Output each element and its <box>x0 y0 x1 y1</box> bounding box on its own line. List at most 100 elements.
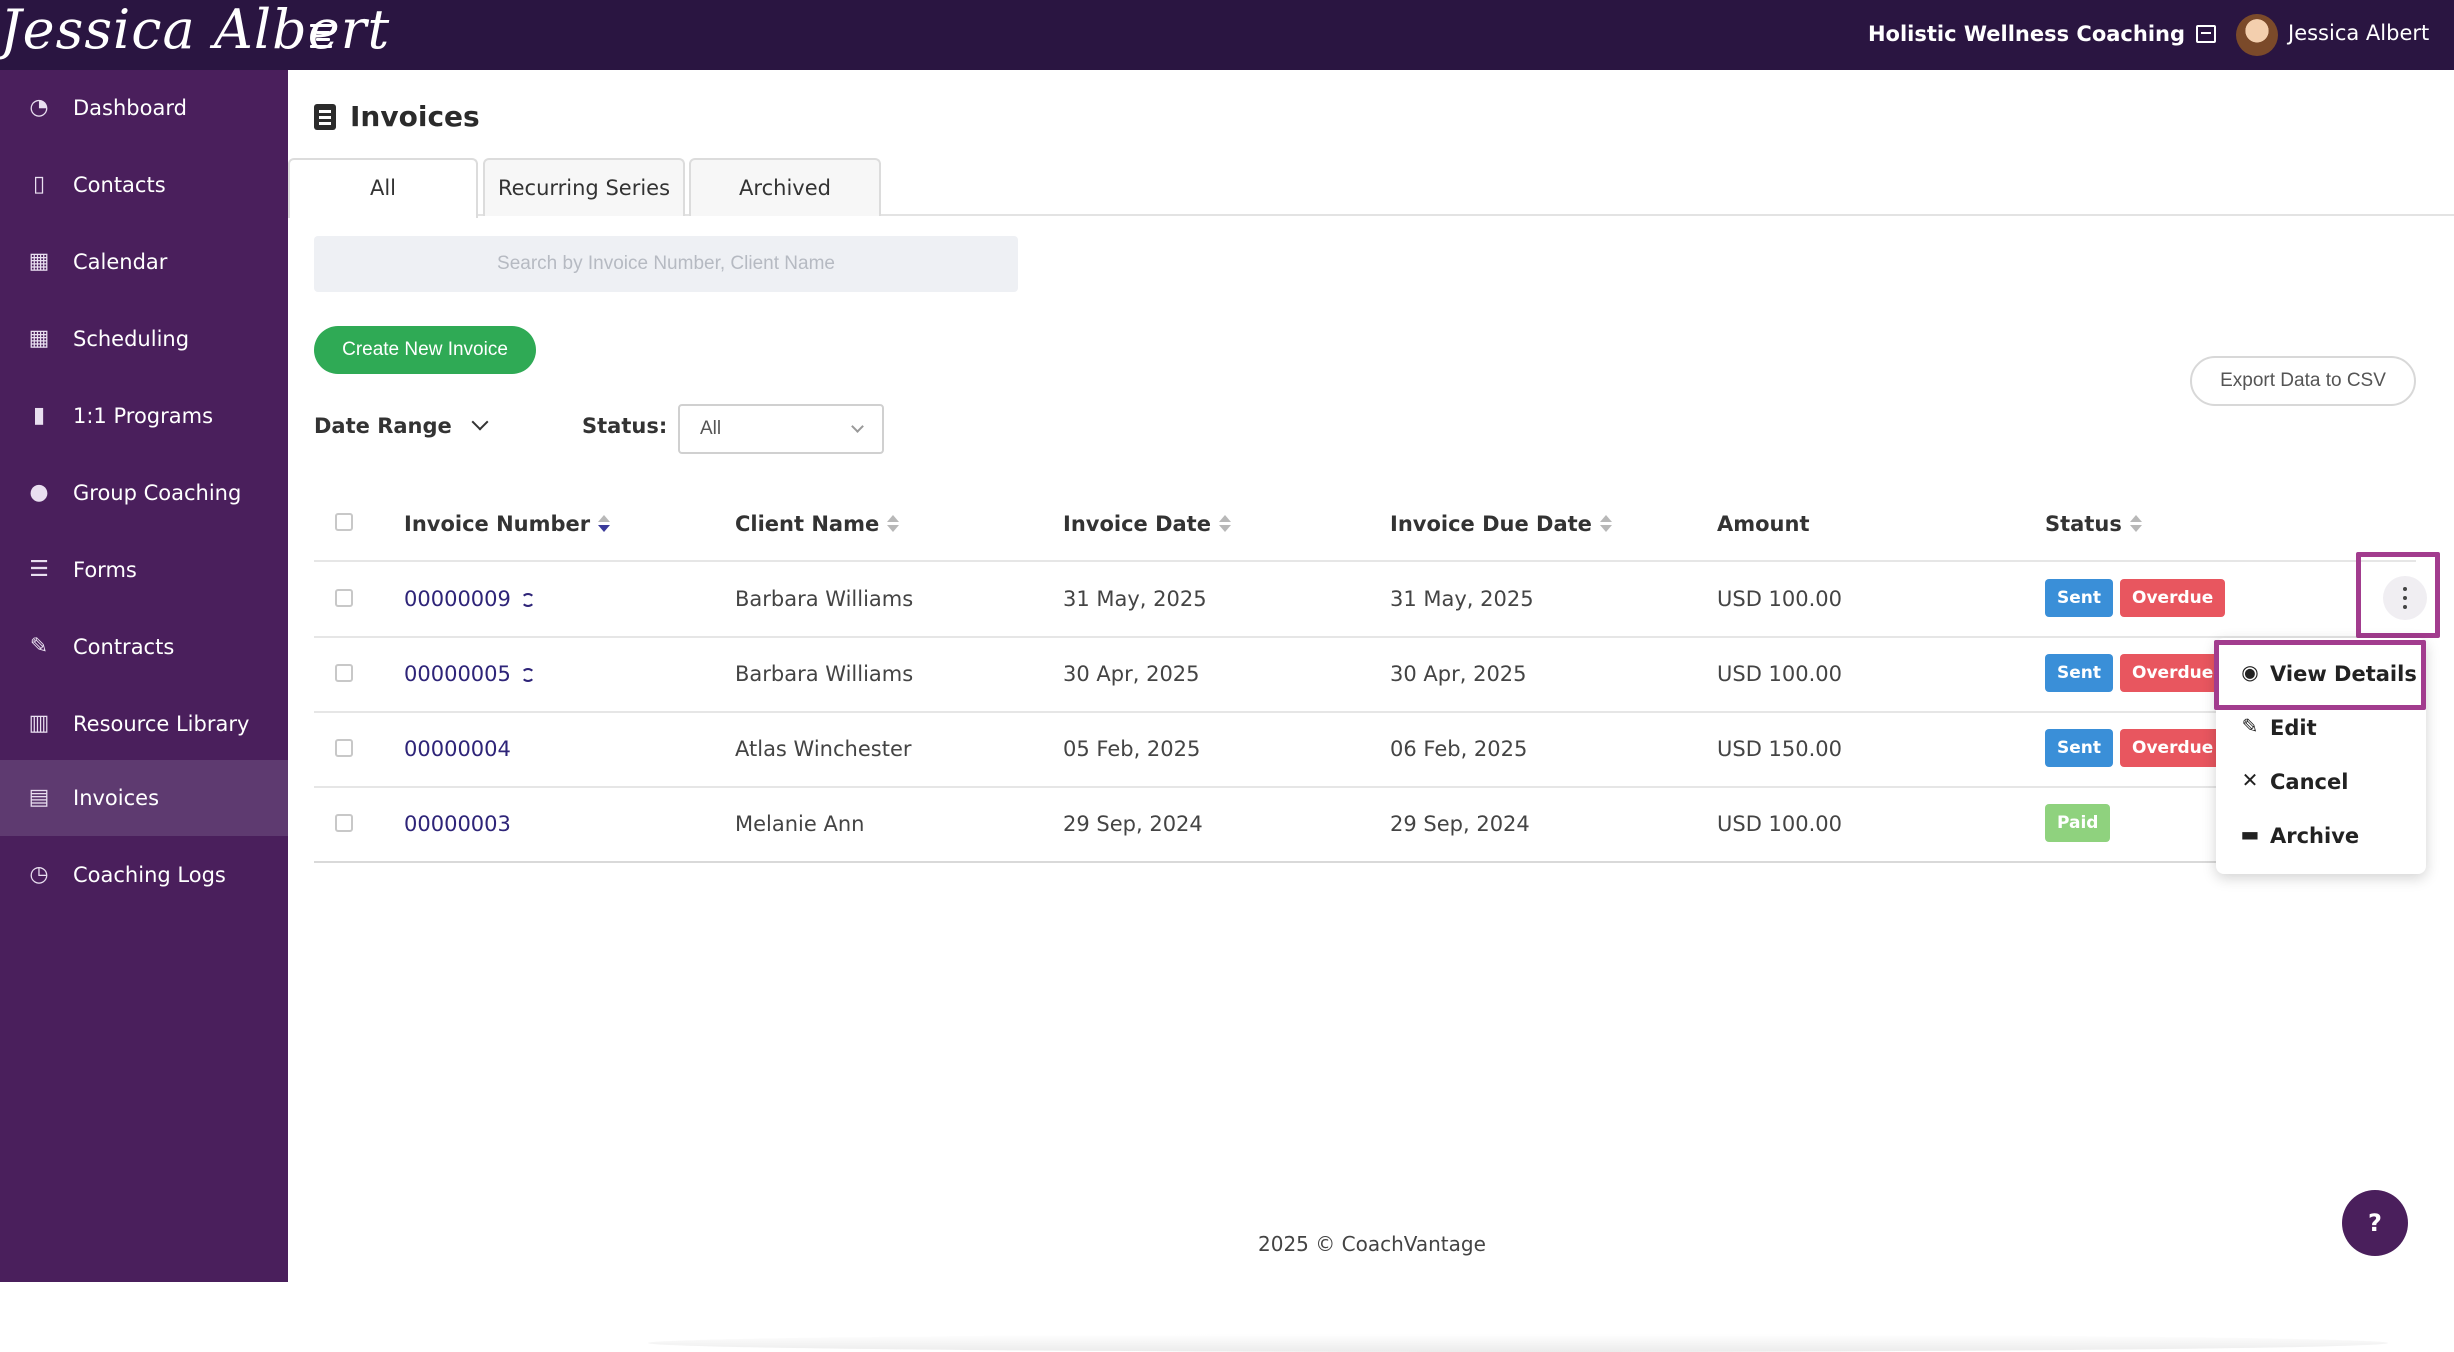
status-badge: Sent <box>2045 729 2114 767</box>
invoice-icon: ▤ <box>28 785 50 810</box>
table-divider <box>314 636 2416 638</box>
column-header-invoice-number[interactable]: Invoice Number <box>404 512 611 536</box>
invoice-number-link[interactable]: 00000004 <box>404 737 511 761</box>
menu-item-archive[interactable]: ▬ Archive <box>2216 808 2426 862</box>
sidebar-item-group-coaching[interactable]: ● Group Coaching <box>0 455 288 531</box>
scheduling-icon: ▦ <box>28 326 50 351</box>
invoice-date: 05 Feb, 2025 <box>1063 737 1201 761</box>
highlight-box <box>2214 640 2426 710</box>
invoice-number[interactable]: 00000004 <box>404 737 511 761</box>
client-name: Melanie Ann <box>735 812 865 836</box>
top-bar: Jessica Albert Holistic Wellness Coachin… <box>0 0 2454 70</box>
invoice-number-link[interactable]: 00000005 <box>404 662 535 686</box>
main-content: Invoices All Recurring Series Archived C… <box>288 70 2454 1352</box>
status-select[interactable]: All <box>678 404 884 454</box>
status-badge: Overdue <box>2120 729 2226 767</box>
invoice-date: 29 Sep, 2024 <box>1063 812 1203 836</box>
menu-item-label: Cancel <box>2270 770 2349 794</box>
header-label: Invoice Date <box>1063 512 1211 536</box>
column-header-client-name[interactable]: Client Name <box>735 512 900 536</box>
users-icon: ● <box>29 480 49 505</box>
sidebar-item-label: Resource Library <box>73 712 250 736</box>
close-icon: ✕ <box>2241 768 2259 792</box>
sidebar-item-calendar[interactable]: ▦ Calendar <box>0 224 288 300</box>
sidebar-item-forms[interactable]: ☰ Forms <box>0 532 288 608</box>
column-header-invoice-date[interactable]: Invoice Date <box>1063 512 1231 536</box>
book-icon: ▮ <box>32 403 46 428</box>
column-header-status[interactable]: Status <box>2045 512 2142 536</box>
tab-archived[interactable]: Archived <box>689 158 881 216</box>
building-icon[interactable] <box>2196 25 2216 43</box>
sidebar-item-label: Scheduling <box>73 327 190 351</box>
create-invoice-button[interactable]: Create New Invoice <box>314 326 536 374</box>
sort-icon <box>1218 515 1231 533</box>
sidebar-item-scheduling[interactable]: ▦ Scheduling <box>0 301 288 377</box>
sidebar-item-label: 1:1 Programs <box>73 404 214 428</box>
status-badge: Sent <box>2045 579 2114 617</box>
amount: USD 100.00 <box>1717 662 1843 686</box>
amount: USD 100.00 <box>1717 587 1843 611</box>
status-badge: Overdue <box>2120 579 2226 617</box>
select-all-checkbox[interactable] <box>335 513 353 531</box>
invoice-icon <box>314 104 336 130</box>
sidebar-item-resource-library[interactable]: ▥ Resource Library <box>0 686 288 762</box>
invoice-number-link[interactable]: 00000003 <box>404 812 511 836</box>
sidebar-item-contracts[interactable]: ✎ Contracts <box>0 609 288 685</box>
date-range-filter[interactable]: Date Range <box>314 413 489 438</box>
status-badge: Sent <box>2045 654 2114 692</box>
sidebar-item-contacts[interactable]: ▯ Contacts <box>0 147 288 223</box>
column-header-due-date[interactable]: Invoice Due Date <box>1390 512 1612 536</box>
user-name[interactable]: Jessica Albert <box>2288 21 2429 45</box>
invoice-number[interactable]: 00000003 <box>404 812 511 836</box>
sidebar-item-programs[interactable]: ▮ 1:1 Programs <box>0 378 288 454</box>
table-divider <box>314 786 2416 788</box>
amount: USD 100.00 <box>1717 812 1843 836</box>
invoice-due-date: 30 Apr, 2025 <box>1390 662 1527 686</box>
menu-item-cancel[interactable]: ✕ Cancel <box>2216 754 2426 808</box>
sort-icon <box>2129 515 2142 533</box>
client-name: Barbara Williams <box>735 587 914 611</box>
column-header-amount: Amount <box>1717 512 1810 536</box>
sidebar-item-dashboard[interactable]: ◔ Dashboard <box>0 70 288 146</box>
list-icon: ☰ <box>29 557 49 582</box>
sidebar-item-label: Coaching Logs <box>73 863 226 887</box>
invoice-due-date: 29 Sep, 2024 <box>1390 812 1530 836</box>
org-name[interactable]: Holistic Wellness Coaching <box>1868 22 2185 46</box>
table-divider <box>314 861 2416 863</box>
sidebar-item-label: Dashboard <box>73 96 187 120</box>
row-checkbox[interactable] <box>335 739 353 757</box>
help-button[interactable]: ? <box>2342 1190 2408 1256</box>
header-label: Client Name <box>735 512 880 536</box>
table-divider <box>314 560 2416 562</box>
row-checkbox[interactable] <box>335 814 353 832</box>
sidebar-item-coaching-logs[interactable]: ◷ Coaching Logs <box>0 837 288 913</box>
calendar-icon: ▦ <box>28 249 50 274</box>
header-label: Status <box>2045 512 2122 536</box>
client-name: Barbara Williams <box>735 662 914 686</box>
row-checkbox[interactable] <box>335 589 353 607</box>
invoice-number[interactable]: 00000005 <box>404 662 511 686</box>
invoice-date: 30 Apr, 2025 <box>1063 662 1200 686</box>
dashboard-icon: ◔ <box>29 95 49 120</box>
tab-all[interactable]: All <box>288 158 478 218</box>
tab-recurring-series[interactable]: Recurring Series <box>483 158 685 216</box>
sidebar-item-invoices[interactable]: ▤ Invoices <box>0 760 288 836</box>
library-icon: ▥ <box>28 711 50 736</box>
search-input[interactable] <box>314 236 1018 292</box>
sidebar-item-label: Contacts <box>73 173 166 197</box>
export-csv-button[interactable]: Export Data to CSV <box>2190 356 2416 406</box>
invoice-number[interactable]: 00000009 <box>404 587 511 611</box>
avatar[interactable] <box>2236 14 2278 56</box>
header-label: Invoice Due Date <box>1390 512 1592 536</box>
date-range-label: Date Range <box>314 414 452 438</box>
menu-toggle-icon[interactable] <box>308 22 336 48</box>
client-name: Atlas Winchester <box>735 737 912 761</box>
row-checkbox[interactable] <box>335 664 353 682</box>
sort-icon <box>598 515 611 533</box>
signature-icon: ✎ <box>29 634 49 659</box>
status-badge: Overdue <box>2120 654 2226 692</box>
archive-icon: ▬ <box>2240 822 2260 846</box>
chevron-down-icon <box>471 413 489 431</box>
clock-icon: ◷ <box>29 862 49 887</box>
invoice-number-link[interactable]: 00000009 <box>404 587 535 611</box>
